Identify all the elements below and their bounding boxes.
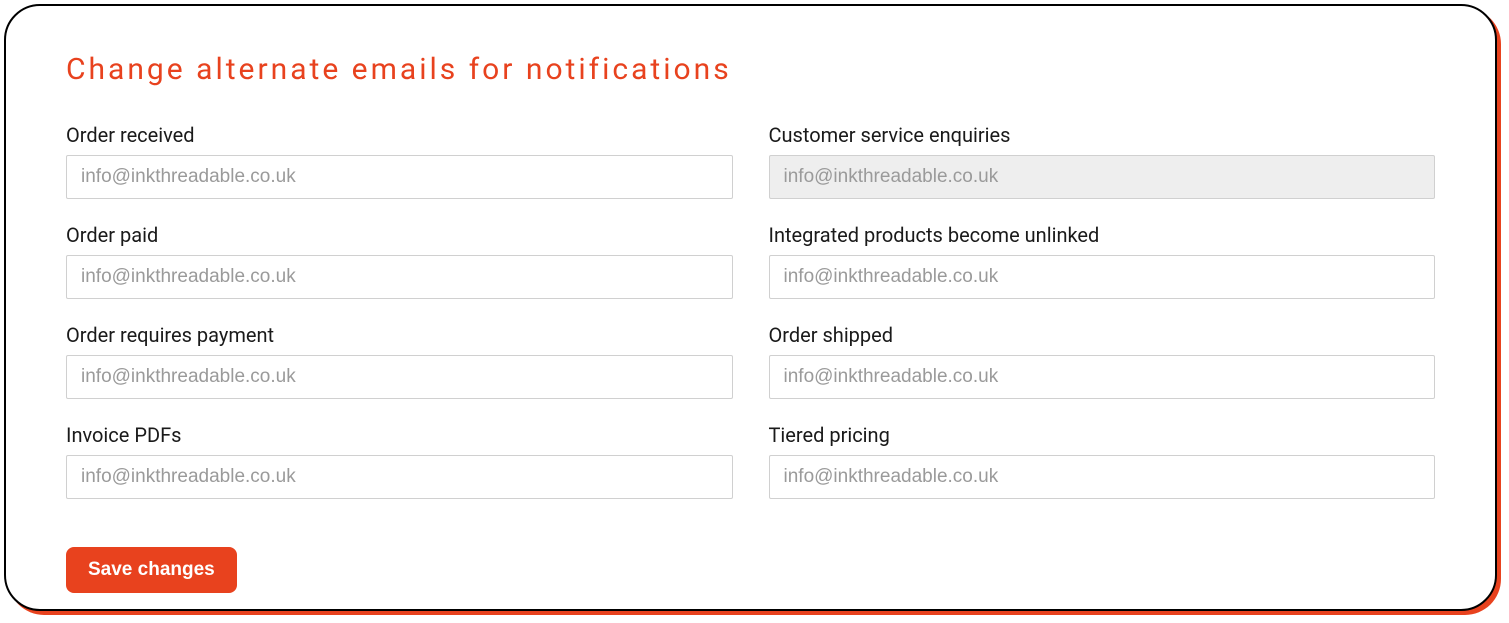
field-tiered-pricing: Tiered pricing — [769, 423, 1436, 499]
label-integrated-products-unlinked: Integrated products become unlinked — [769, 223, 1436, 247]
input-tiered-pricing[interactable] — [769, 455, 1436, 499]
input-order-received[interactable] — [66, 155, 733, 199]
button-row: Save changes — [66, 547, 1435, 593]
form-grid: Order received Customer service enquirie… — [66, 123, 1435, 593]
label-customer-service-enquiries: Customer service enquiries — [769, 123, 1436, 147]
card-shadow: Change alternate emails for notification… — [8, 8, 1501, 615]
field-customer-service-enquiries: Customer service enquiries — [769, 123, 1436, 199]
field-invoice-pdfs: Invoice PDFs — [66, 423, 733, 499]
field-integrated-products-unlinked: Integrated products become unlinked — [769, 223, 1436, 299]
field-order-shipped: Order shipped — [769, 323, 1436, 399]
label-tiered-pricing: Tiered pricing — [769, 423, 1436, 447]
label-invoice-pdfs: Invoice PDFs — [66, 423, 733, 447]
input-customer-service-enquiries — [769, 155, 1436, 199]
input-order-requires-payment[interactable] — [66, 355, 733, 399]
input-invoice-pdfs[interactable] — [66, 455, 733, 499]
label-order-paid: Order paid — [66, 223, 733, 247]
label-order-received: Order received — [66, 123, 733, 147]
page-title: Change alternate emails for notification… — [66, 52, 1435, 87]
input-order-shipped[interactable] — [769, 355, 1436, 399]
save-button[interactable]: Save changes — [66, 547, 237, 593]
field-order-paid: Order paid — [66, 223, 733, 299]
input-integrated-products-unlinked[interactable] — [769, 255, 1436, 299]
label-order-requires-payment: Order requires payment — [66, 323, 733, 347]
label-order-shipped: Order shipped — [769, 323, 1436, 347]
input-order-paid[interactable] — [66, 255, 733, 299]
field-order-received: Order received — [66, 123, 733, 199]
field-order-requires-payment: Order requires payment — [66, 323, 733, 399]
settings-card: Change alternate emails for notification… — [4, 4, 1497, 611]
